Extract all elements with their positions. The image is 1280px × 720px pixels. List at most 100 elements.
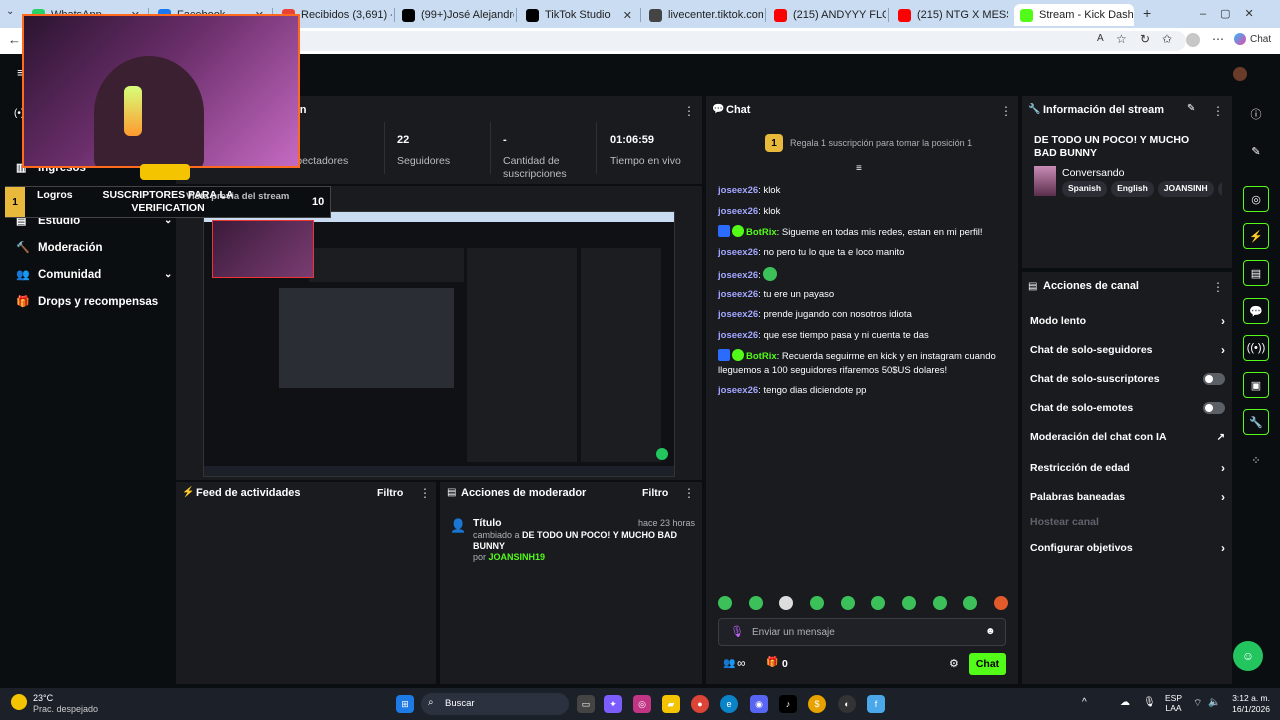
channel-action-item[interactable]: Chat de solo-seguidores › [1030, 343, 1225, 357]
camera-icon[interactable]: ◎ [1243, 186, 1269, 212]
edit-pencil-icon[interactable]: ✎ [1187, 103, 1195, 114]
weather-icon[interactable] [11, 694, 27, 710]
browser-tab[interactable]: Stream - Kick Dashboar✕ [1014, 4, 1134, 26]
stream-preview-video[interactable] [203, 211, 675, 477]
stream-tag[interactable]: English [1111, 181, 1154, 197]
favorites-icon[interactable]: ✩ [1162, 32, 1172, 46]
chat-username[interactable]: joseex26 [718, 330, 758, 341]
toggle-switch[interactable] [1203, 402, 1225, 414]
tab-close-icon[interactable]: ✕ [617, 9, 632, 22]
chat-username[interactable]: joseex26 [718, 385, 758, 396]
emote-icon[interactable] [871, 596, 886, 610]
emote-icon[interactable] [840, 596, 855, 610]
emoji-picker-icon[interactable]: ☻ [985, 626, 996, 637]
emote-icon[interactable] [901, 596, 916, 610]
browser-tab[interactable]: livecenter.tiktok.com/re✕ [643, 4, 763, 26]
copilot-chat-button[interactable]: Chat [1234, 33, 1271, 45]
obs-icon[interactable]: ◐ [838, 695, 856, 713]
browser-tab[interactable]: (99+)José Alejandro✕ [396, 4, 514, 26]
mod-actions-menu-icon[interactable]: ⋮ [683, 486, 695, 500]
emote-icon[interactable] [993, 596, 1008, 610]
coin-app-icon[interactable]: $ [808, 695, 826, 713]
more-menu-icon[interactable]: ⋯ [1212, 32, 1224, 46]
channel-action-item[interactable]: Chat de solo-emotes [1030, 402, 1225, 414]
channel-action-item[interactable]: Palabras baneadas › [1030, 490, 1225, 504]
sidebar-item[interactable]: 👥 Comunidad ⌄ [16, 268, 172, 282]
tiktok-icon[interactable]: ♪ [779, 695, 797, 713]
sidebar-item[interactable]: 🔨 Moderación [16, 241, 171, 255]
chat-send-button[interactable]: Chat [969, 653, 1006, 675]
stream-tag[interactable]: fu [1217, 181, 1222, 197]
clock[interactable]: 3:12 a. m. 16/1/2026 [1228, 693, 1270, 715]
chat-collapse-icon[interactable]: ≡ [856, 163, 862, 174]
copilot-taskbar-icon[interactable]: ✦ [604, 695, 622, 713]
document-icon[interactable]: ▤ [1243, 260, 1269, 286]
chat-menu-icon[interactable]: ⋮ [1000, 104, 1012, 118]
window-controls[interactable]: –▢✕ [1200, 7, 1268, 20]
tray-chevron-icon[interactable]: ^ [1082, 697, 1087, 708]
emote-icon[interactable] [748, 596, 763, 610]
toggle-switch[interactable] [1203, 373, 1225, 385]
chat-username[interactable]: joseex26 [718, 247, 758, 258]
users-icon[interactable]: 👥 [723, 658, 735, 669]
tab-list-chevron-icon[interactable]: ⌄ [6, 6, 14, 17]
activity-feed-filter[interactable]: Filtro [377, 487, 403, 499]
volume-icon[interactable]: 🔈 [1208, 697, 1220, 708]
sidebar-item[interactable]: 🎁 Drops y recompensas [16, 295, 171, 309]
tray-mic-icon[interactable]: 🎙 [1143, 697, 1156, 708]
chat-rail-icon[interactable]: 💬 [1243, 298, 1269, 324]
wifi-icon[interactable]: ⌔ [1193, 697, 1202, 710]
chat-settings-gear-icon[interactable]: ⚙ [949, 657, 959, 670]
task-view-icon[interactable]: ▭ [577, 695, 595, 713]
chat-username[interactable]: BotRix [746, 227, 777, 238]
lightning-rail-icon[interactable]: ⚡ [1243, 223, 1269, 249]
chat-username[interactable]: BotRix [746, 351, 777, 362]
browser-tab[interactable]: TikTok Studio ✕ [520, 4, 638, 26]
info-icon[interactable]: ⓘ [1243, 101, 1269, 127]
moderation-rail-icon[interactable]: ▣ [1243, 372, 1269, 398]
chat-username[interactable]: joseex26 [718, 206, 758, 217]
chrome-icon[interactable]: ● [691, 695, 709, 713]
wrench-rail-icon[interactable]: 🔧 [1243, 409, 1269, 435]
favorite-star-icon[interactable]: ☆ [1116, 32, 1127, 46]
dots-icon[interactable]: ⁘ [1243, 447, 1269, 473]
emote-icon[interactable] [779, 596, 794, 610]
emote-icon[interactable] [932, 596, 947, 610]
mod-actions-filter[interactable]: Filtro [642, 487, 668, 499]
channel-actions-menu-icon[interactable]: ⋮ [1212, 280, 1224, 294]
refresh-icon[interactable]: ↻ [1140, 32, 1150, 46]
channel-action-item[interactable]: Restricción de edad › [1030, 461, 1225, 475]
discord-icon[interactable]: ◉ [750, 695, 768, 713]
back-icon[interactable]: ← [8, 32, 21, 47]
channel-action-item[interactable]: Chat de solo-suscriptores [1030, 373, 1225, 385]
chat-username[interactable]: joseex26 [718, 289, 758, 300]
mod-entry-user[interactable]: JOANSINH19 [489, 552, 546, 562]
chat-username[interactable]: joseex26 [718, 185, 758, 196]
user-avatar[interactable] [1233, 67, 1247, 81]
stream-info-menu-icon[interactable]: ⋮ [1212, 104, 1224, 118]
chat-username[interactable]: joseex26 [718, 270, 758, 281]
emote-icon[interactable] [963, 596, 978, 610]
channel-action-item[interactable]: Modo lento › [1030, 314, 1225, 328]
read-aloud-icon[interactable]: A [1097, 33, 1104, 44]
gift-icon[interactable]: 🎁 [766, 657, 778, 668]
app-icon[interactable]: f [867, 695, 885, 713]
new-tab-button[interactable]: + [1143, 5, 1151, 21]
stats-menu-icon[interactable]: ⋮ [683, 104, 695, 118]
profile-avatar[interactable] [1186, 33, 1200, 47]
chat-username[interactable]: joseex26 [718, 309, 758, 320]
support-chat-icon[interactable]: ☺ [1233, 641, 1263, 671]
emote-icon[interactable] [718, 596, 732, 610]
stream-tag[interactable]: JOANSINH [1157, 181, 1214, 197]
language-indicator[interactable]: ESP LAA [1165, 693, 1182, 713]
activity-feed-menu-icon[interactable]: ⋮ [419, 486, 431, 500]
emote-icon[interactable] [809, 596, 824, 610]
edit-icon[interactable]: ✎ [1243, 138, 1269, 164]
browser-tab[interactable]: (215) ANDYYY FLOW (T✕ [768, 4, 886, 26]
channel-action-item[interactable]: Moderación del chat con IA ↗ [1030, 431, 1225, 443]
edge-icon[interactable]: e [720, 695, 738, 713]
stream-tag[interactable]: Spanish [1062, 181, 1108, 197]
broadcast-icon[interactable]: ((•)) [1243, 335, 1269, 361]
file-explorer-icon[interactable]: ▰ [662, 695, 680, 713]
microphone-icon[interactable]: 🎙 [730, 625, 744, 638]
